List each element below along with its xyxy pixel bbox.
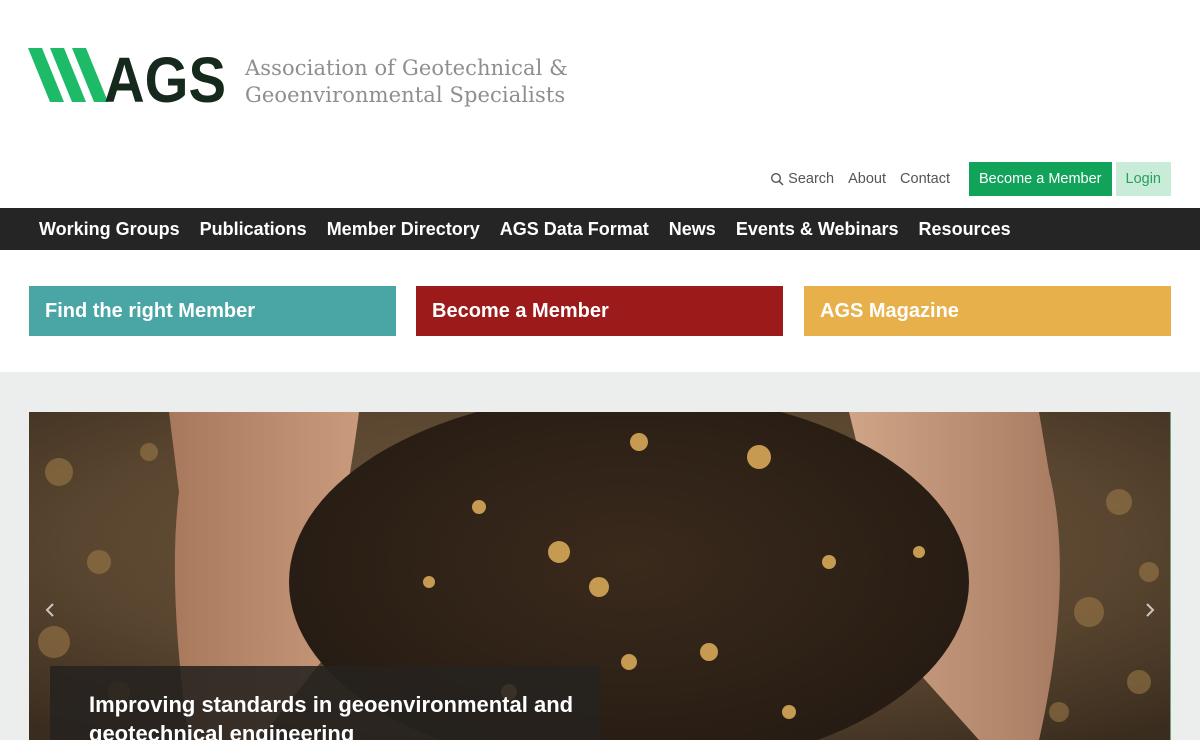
organisation-name: Association of Geotechnical & Geoenviron… xyxy=(245,55,568,109)
org-name-line-1: Association of Geotechnical & xyxy=(245,56,568,80)
nav-item-working-groups[interactable]: Working Groups xyxy=(29,219,190,240)
nav-item-member-directory[interactable]: Member Directory xyxy=(317,219,490,240)
find-member-tile[interactable]: Find the right Member xyxy=(29,286,396,336)
nav-item-resources[interactable]: Resources xyxy=(909,219,1021,240)
become-member-button[interactable]: Become a Member xyxy=(969,162,1112,196)
ags-magazine-tile[interactable]: AGS Magazine xyxy=(804,286,1171,336)
hero-caption: Improving standards in geoenvironmental … xyxy=(50,666,600,740)
site-header: AGS Association of Geotechnical & Geoenv… xyxy=(0,0,1200,208)
become-member-tile[interactable]: Become a Member xyxy=(416,286,783,336)
chevron-right-icon[interactable] xyxy=(1142,598,1158,622)
logo-text: AGS xyxy=(104,46,226,104)
nav-item-events-webinars[interactable]: Events & Webinars xyxy=(726,219,909,240)
search-label: Search xyxy=(788,171,835,187)
chevron-left-icon[interactable] xyxy=(42,598,58,622)
hero-caption-text: Improving standards in geoenvironmental … xyxy=(89,692,574,740)
nav-item-ags-data-format[interactable]: AGS Data Format xyxy=(490,219,659,240)
main-nav: Working Groups Publications Member Direc… xyxy=(0,208,1200,250)
search-icon xyxy=(771,172,784,186)
ags-logo[interactable]: AGS xyxy=(28,46,228,104)
contact-link[interactable]: Contact xyxy=(900,171,950,187)
login-button[interactable]: Login xyxy=(1115,162,1171,196)
utility-nav: Search About Contact Become a Member Log… xyxy=(770,162,1171,196)
org-name-line-2: Geoenvironmental Specialists xyxy=(245,83,566,107)
nav-item-publications[interactable]: Publications xyxy=(190,219,317,240)
quick-links: Find the right Member Become a Member AG… xyxy=(0,250,1200,372)
about-link[interactable]: About xyxy=(848,171,886,187)
search-link[interactable]: Search xyxy=(770,171,834,187)
nav-item-news[interactable]: News xyxy=(659,219,726,240)
